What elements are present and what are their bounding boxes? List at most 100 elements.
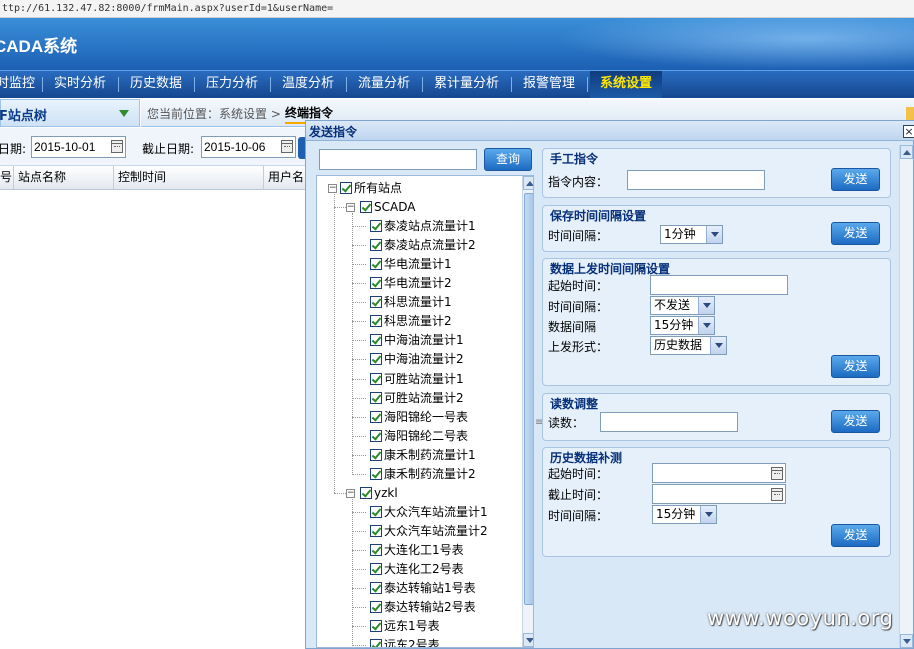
history-end-time-input[interactable] [652, 484, 786, 504]
tree-node-station[interactable]: 中海油流量计2 [370, 350, 464, 369]
tree-node-station[interactable]: 远东1号表 [370, 617, 440, 636]
station-tree-header[interactable]: F站点树 [0, 99, 140, 127]
dialog-titlebar[interactable]: 发送指令 [306, 121, 914, 141]
tree-node-station[interactable]: 海阳锦纶二号表 [370, 427, 468, 446]
chevron-down-icon[interactable] [706, 226, 722, 243]
calendar-icon[interactable] [771, 467, 783, 480]
calendar-icon[interactable] [111, 140, 123, 153]
scroll-down-icon[interactable] [523, 633, 533, 647]
tree-node-station[interactable]: 康禾制药流量计1 [370, 446, 476, 465]
tree-node-station[interactable]: 泰达转输站2号表 [370, 598, 476, 617]
panel-edge-tab[interactable] [906, 107, 914, 121]
checkbox-checked-icon[interactable] [370, 315, 382, 328]
nav-item-realtime-monitor[interactable]: 时监控 [0, 71, 36, 98]
tree-node-station[interactable]: 科思流量计1 [370, 293, 452, 312]
tree-node-station[interactable]: 大众汽车站流量计1 [370, 503, 488, 522]
tree-node-station[interactable]: 华电流量计2 [370, 274, 452, 293]
scroll-up-icon[interactable] [523, 176, 533, 190]
nav-item-pressure-analysis[interactable]: 压力分析 [206, 71, 258, 98]
history-interval-select[interactable]: 15分钟 [652, 505, 717, 524]
checkbox-checked-icon[interactable] [370, 239, 382, 252]
nav-item-realtime-analysis[interactable]: 实时分析 [54, 71, 106, 98]
tree-node-station[interactable]: 海阳锦纶一号表 [370, 408, 468, 427]
tree-node-station[interactable]: 科思流量计2 [370, 312, 452, 331]
send-history-backfill-button[interactable]: 发送 [831, 524, 880, 547]
tree-node-root[interactable]: 所有站点 [340, 179, 402, 198]
checkbox-checked-icon[interactable] [370, 372, 382, 385]
command-content-input[interactable] [627, 170, 765, 190]
scroll-thumb[interactable] [524, 193, 533, 605]
dialog-scrollbar[interactable] [899, 145, 913, 648]
pane-splitter[interactable]: ≡ [535, 145, 543, 648]
save-interval-select[interactable]: 1分钟 [660, 225, 723, 244]
collapse-node-icon[interactable]: − [346, 488, 355, 498]
address-bar[interactable]: ttp://61.132.47.82:8000/frmMain.aspx?use… [0, 0, 914, 18]
checkbox-checked-icon[interactable] [370, 601, 382, 614]
nav-item-history-data[interactable]: 历史数据 [130, 71, 182, 98]
upload-form-select[interactable]: 历史数据 [650, 336, 727, 355]
tree-node-station[interactable]: 大众汽车站流量计2 [370, 522, 488, 541]
collapse-node-icon[interactable]: − [328, 184, 337, 193]
data-interval-select[interactable]: 15分钟 [650, 316, 715, 335]
tree-node-station[interactable]: 泰凌站点流量计1 [370, 217, 476, 236]
send-reading-button[interactable]: 发送 [831, 410, 880, 433]
column-header-station-name[interactable]: 站点名称 [14, 166, 114, 190]
checkbox-checked-icon[interactable] [360, 486, 372, 499]
send-save-interval-button[interactable]: 发送 [831, 222, 880, 245]
chevron-down-icon[interactable] [700, 506, 716, 523]
checkbox-checked-icon[interactable] [370, 448, 382, 461]
column-header-control-time[interactable]: 控制时间 [114, 166, 264, 190]
checkbox-checked-icon[interactable] [360, 201, 372, 214]
checkbox-checked-icon[interactable] [370, 505, 382, 518]
checkbox-checked-icon[interactable] [370, 220, 382, 233]
send-upload-interval-button[interactable]: 发送 [831, 355, 880, 378]
tree-node-group[interactable]: SCADA [360, 198, 415, 217]
tree-node-station[interactable]: 可胜站流量计1 [370, 370, 464, 389]
tree-node-station[interactable]: 大连化工2号表 [370, 560, 464, 579]
upload-interval-select[interactable]: 不发送 [650, 296, 715, 315]
checkbox-checked-icon[interactable] [370, 258, 382, 271]
checkbox-checked-icon[interactable] [370, 582, 382, 595]
upload-start-time-input[interactable] [650, 275, 788, 295]
history-start-time-input[interactable] [652, 463, 786, 483]
chevron-down-icon[interactable] [698, 317, 714, 334]
station-search-input[interactable] [319, 149, 477, 170]
tree-node-station[interactable]: 大连化工1号表 [370, 541, 464, 560]
calendar-icon[interactable] [771, 488, 783, 501]
tree-scrollbar[interactable] [522, 176, 533, 647]
scroll-up-icon[interactable] [900, 145, 913, 159]
tree-node-station[interactable]: 康禾制药流量计2 [370, 465, 476, 484]
checkbox-checked-icon[interactable] [370, 563, 382, 575]
nav-item-cumulative-analysis[interactable]: 累计量分析 [434, 71, 499, 98]
nav-item-temperature-analysis[interactable]: 温度分析 [282, 71, 334, 98]
chevron-down-icon[interactable] [710, 337, 726, 354]
collapse-node-icon[interactable]: − [346, 203, 355, 213]
tree-node-station[interactable]: 中海油流量计1 [370, 331, 464, 350]
checkbox-checked-icon[interactable] [370, 296, 382, 309]
checkbox-checked-icon[interactable] [370, 277, 382, 290]
column-header-no[interactable]: 号 [0, 166, 14, 190]
start-date-input[interactable]: 2015-10-01 [31, 136, 126, 158]
checkbox-checked-icon[interactable] [370, 353, 382, 366]
tree-node-station[interactable]: 华电流量计1 [370, 255, 452, 274]
checkbox-checked-icon[interactable] [340, 182, 352, 194]
chevron-down-icon[interactable] [698, 297, 714, 314]
close-icon[interactable]: × [903, 125, 914, 138]
reading-input[interactable] [600, 412, 738, 432]
column-header-username[interactable]: 用户名 [264, 166, 305, 190]
checkbox-checked-icon[interactable] [370, 429, 382, 442]
nav-item-flow-analysis[interactable]: 流量分析 [358, 71, 410, 98]
checkbox-checked-icon[interactable] [370, 410, 382, 423]
checkbox-checked-icon[interactable] [370, 391, 382, 404]
checkbox-checked-icon[interactable] [370, 639, 382, 647]
checkbox-checked-icon[interactable] [370, 620, 382, 633]
checkbox-checked-icon[interactable] [370, 467, 382, 480]
tree-node-station[interactable]: 远东2号表 [370, 636, 440, 647]
nav-item-system-settings[interactable]: 系统设置 [590, 71, 663, 98]
collapse-arrow-icon[interactable] [119, 110, 129, 117]
end-date-input[interactable]: 2015-10-06 [201, 136, 296, 158]
checkbox-checked-icon[interactable] [370, 524, 382, 537]
tree-node-station[interactable]: 泰凌站点流量计2 [370, 236, 476, 255]
query-button[interactable]: 查询 [484, 148, 532, 171]
tree-node-group[interactable]: yzkl [360, 484, 398, 503]
